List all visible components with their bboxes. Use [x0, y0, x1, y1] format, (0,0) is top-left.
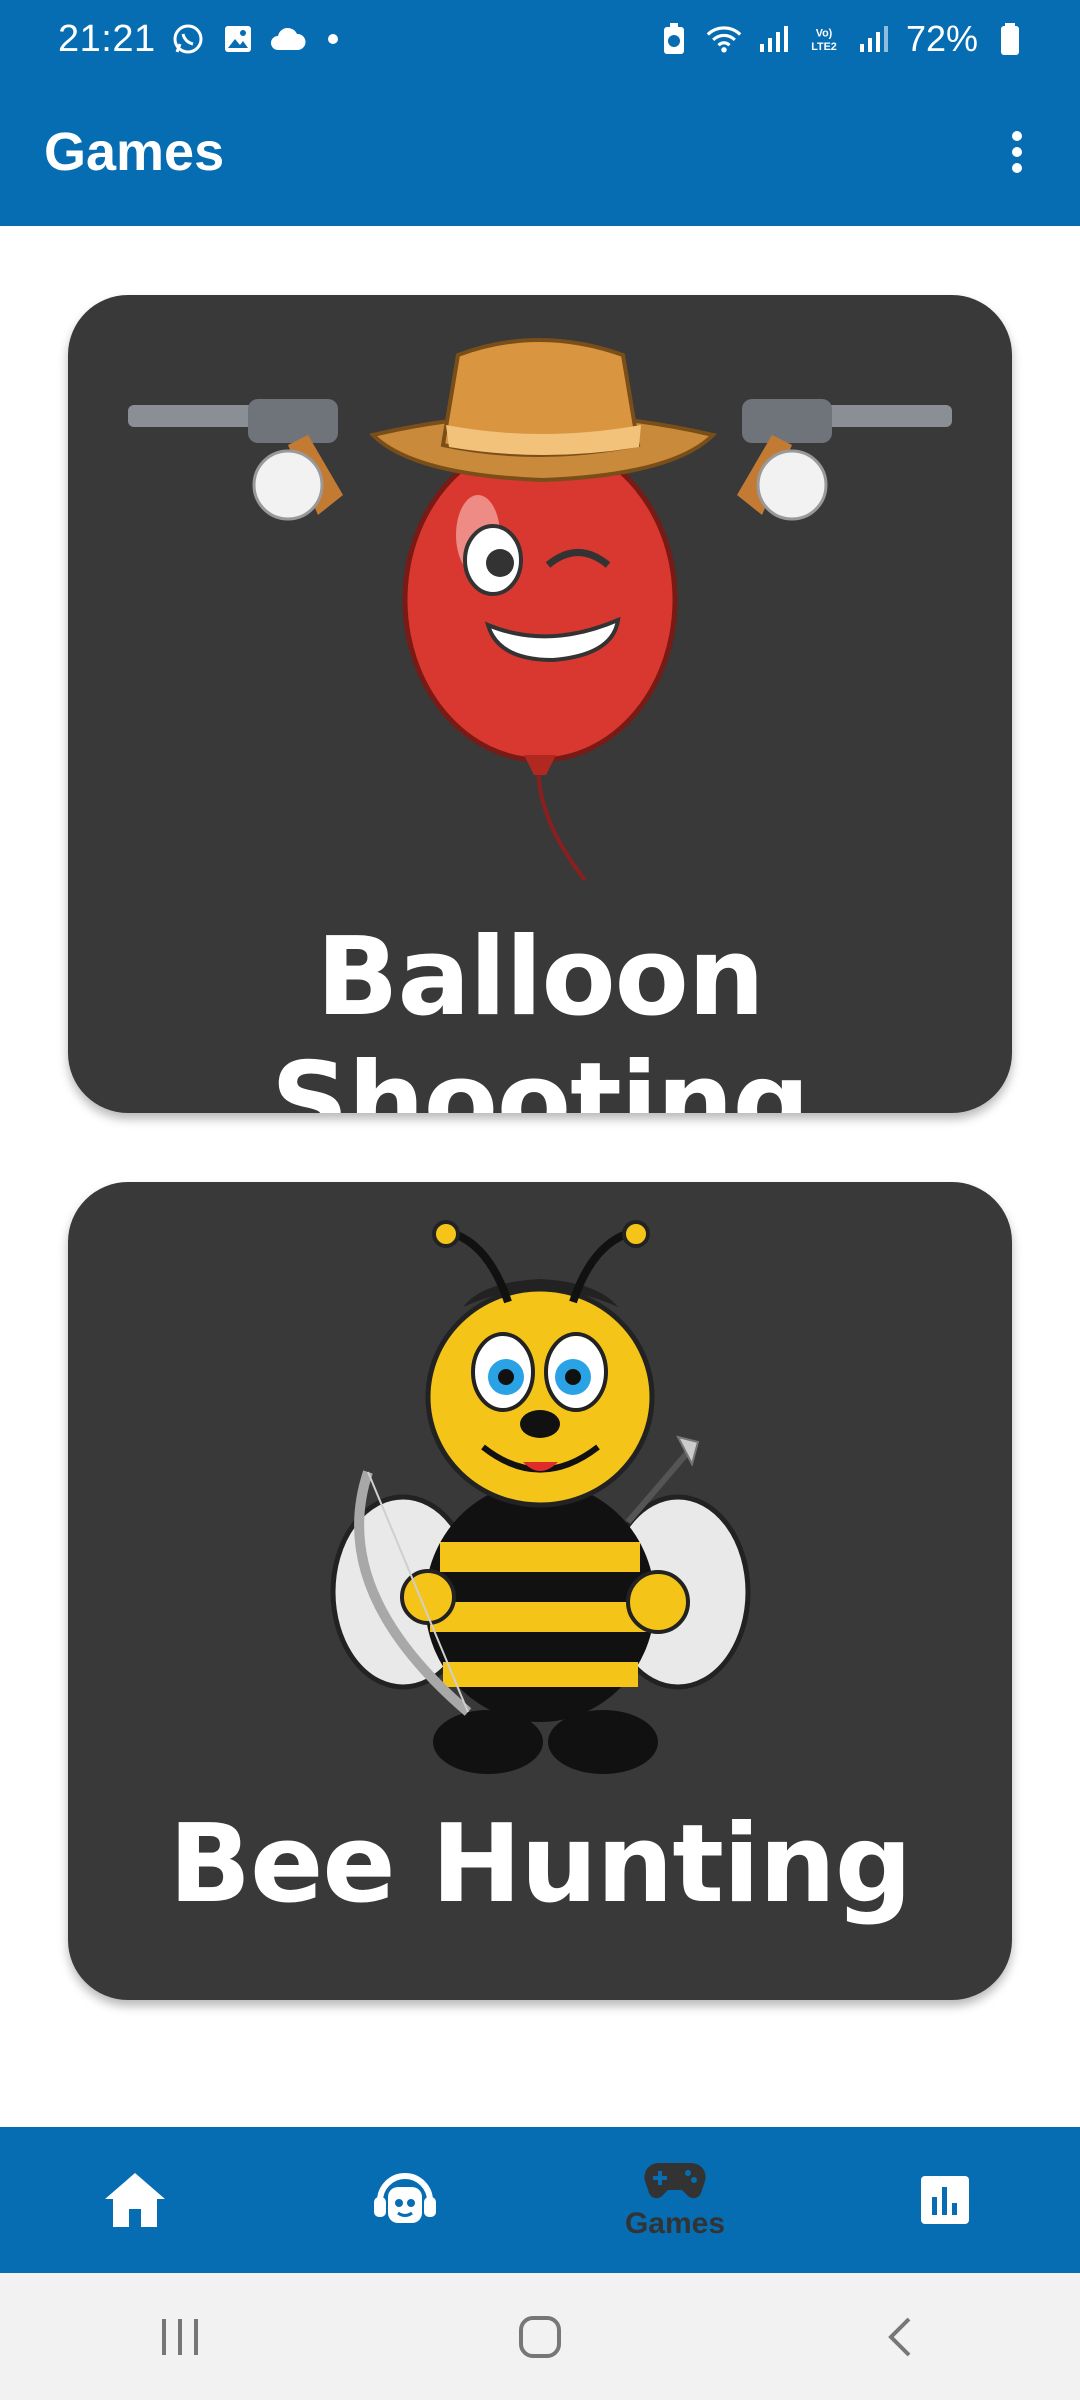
status-right: Vo) LTE2 72% [656, 18, 1028, 60]
back-chevron-icon [888, 2317, 911, 2356]
status-bar: 21:21 Vo) LTE2 72% [0, 0, 1080, 78]
back-button[interactable] [840, 2287, 960, 2387]
recents-icon [162, 2318, 198, 2355]
nav-item-home[interactable] [0, 2127, 270, 2273]
whatsapp-icon [170, 21, 206, 57]
nav-item-support[interactable] [270, 2127, 540, 2273]
cloud-icon [270, 21, 306, 57]
cowboy-balloon-illustration [128, 338, 952, 882]
nav-label-games: Games [624, 2207, 726, 2240]
status-time: 21:21 [58, 17, 156, 60]
recent-apps-button[interactable] [120, 2287, 240, 2387]
home-square-icon [519, 2315, 561, 2358]
headset-bot-icon [374, 2173, 436, 2223]
game-card-bee-hunting[interactable]: Bee Hunting [68, 1182, 1012, 2000]
svg-text:Vo): Vo) [816, 27, 833, 39]
nav-item-games[interactable]: Games [540, 2127, 810, 2273]
app-bar: Games [0, 78, 1080, 226]
gallery-icon [220, 21, 256, 57]
status-left: 21:21 [58, 18, 338, 61]
more-vert-icon [1012, 131, 1022, 173]
game-title: Bee Hunting [168, 1802, 912, 1927]
bottom-navigation: Games [0, 2127, 1080, 2273]
bar-chart-icon [921, 2176, 969, 2224]
home-icon [105, 2173, 165, 2227]
signal-icon [756, 21, 792, 57]
game-title: Balloon Shooting [271, 915, 810, 1113]
data-saver-icon [656, 21, 692, 57]
wifi-icon [706, 21, 742, 57]
battery-icon [992, 21, 1028, 57]
game-card-balloon-shooting[interactable]: Balloon Shooting [68, 295, 1012, 1113]
svg-text:LTE2: LTE2 [811, 41, 837, 53]
nav-item-stats[interactable] [810, 2127, 1080, 2273]
home-button[interactable] [480, 2287, 600, 2387]
dot-icon [327, 34, 338, 44]
battery-percentage: 72% [905, 18, 978, 59]
archer-bee-illustration [330, 1220, 751, 1774]
signal-icon [856, 21, 892, 57]
system-navigation-bar [0, 2273, 1080, 2400]
page-title: Games [44, 122, 225, 182]
more-options-button[interactable] [982, 102, 1052, 202]
volte-icon: Vo) LTE2 [806, 21, 842, 57]
gamepad-icon [644, 2163, 706, 2199]
